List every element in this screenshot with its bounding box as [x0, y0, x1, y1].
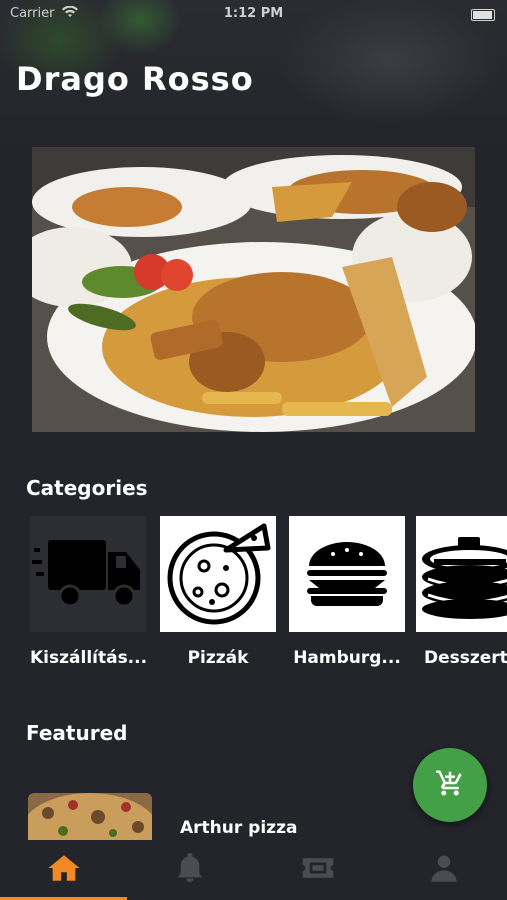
tab-notifications[interactable] — [170, 852, 210, 888]
app-title: Drago Rosso — [16, 60, 254, 98]
categories-heading: Categories — [26, 476, 148, 500]
featured-item-name[interactable]: Arthur pizza — [180, 818, 297, 838]
battery-icon — [471, 9, 495, 21]
category-label: Pizzák — [187, 648, 249, 668]
pancakes-icon — [416, 516, 507, 632]
tab-coupons[interactable] — [298, 852, 338, 888]
category-card-pizza[interactable]: Pizzák — [160, 516, 276, 668]
bell-icon — [176, 852, 204, 888]
pizza-icon — [160, 516, 276, 632]
category-card-delivery[interactable]: Kiszállítás... — [30, 516, 146, 668]
tab-profile[interactable] — [424, 852, 464, 888]
tab-home[interactable] — [44, 852, 84, 888]
category-label: Desszerte — [424, 648, 507, 668]
hamburger-icon — [289, 516, 405, 632]
ticket-icon — [300, 852, 336, 888]
bottom-tab-bar — [0, 840, 507, 900]
cart-icon — [435, 768, 465, 802]
delivery-truck-icon — [30, 516, 146, 632]
hero-food-image — [32, 147, 475, 432]
featured-heading: Featured — [26, 721, 128, 745]
category-label: Kiszállítás... — [30, 648, 146, 668]
category-label: Hamburg... — [293, 648, 401, 668]
category-card-hamburger[interactable]: Hamburg... — [289, 516, 405, 668]
featured-item-image[interactable] — [28, 793, 152, 845]
cart-button[interactable] — [413, 748, 487, 822]
person-icon — [429, 852, 459, 888]
status-bar: Carrier 1:12 PM — [0, 0, 507, 28]
category-card-desserts[interactable]: Desszerte — [416, 516, 507, 668]
status-time: 1:12 PM — [223, 6, 284, 21]
home-icon — [47, 852, 81, 888]
